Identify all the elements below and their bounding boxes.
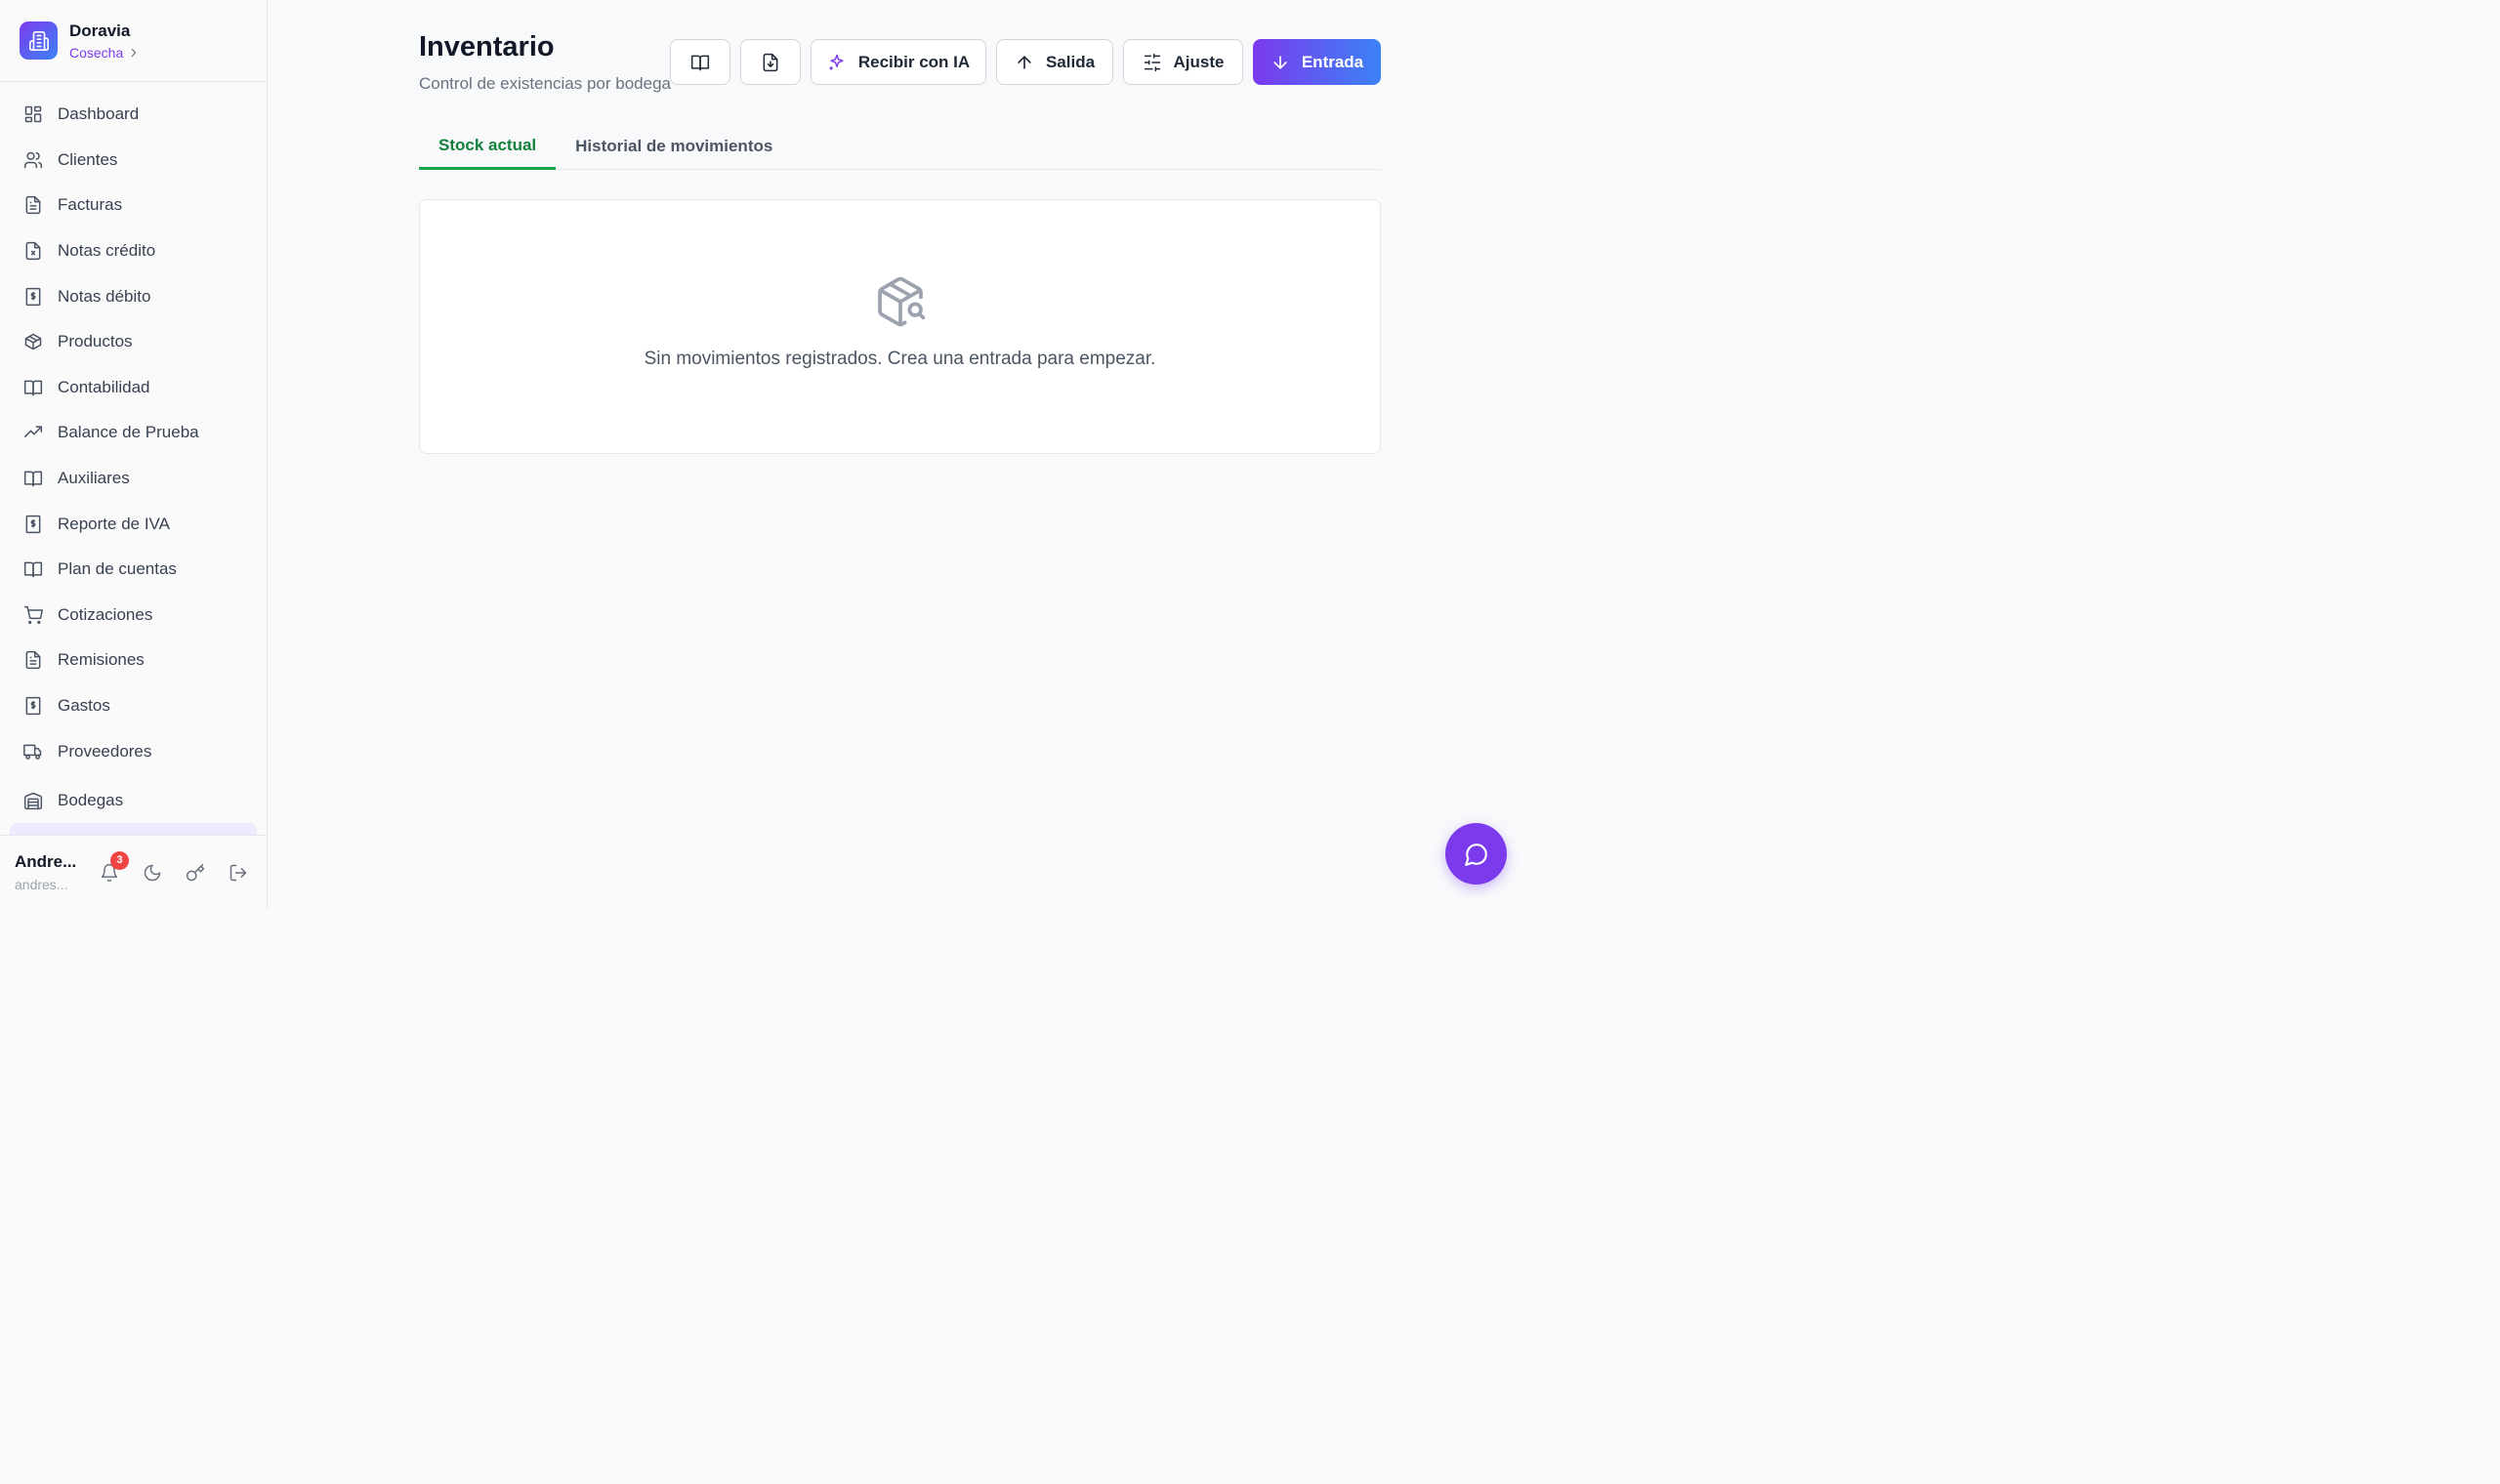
sidebar-item-bodegas[interactable]: Bodegas	[0, 778, 267, 824]
sidebar-item-remisiones[interactable]: Remisiones	[0, 638, 267, 683]
dashboard-icon	[24, 106, 42, 123]
empty-state-card: Sin movimientos registrados. Crea una en…	[419, 199, 1381, 454]
notification-badge: 3	[110, 850, 129, 870]
sparkles-icon	[829, 54, 844, 69]
ajuste-button[interactable]: Ajuste	[1123, 39, 1243, 85]
sidebar-item-facturas[interactable]: Facturas	[0, 183, 267, 228]
sidebar-item-label: Cotizaciones	[58, 604, 153, 624]
book-icon	[23, 561, 43, 578]
sidebar-item-notas-credito[interactable]: Notas crédito	[0, 228, 267, 274]
sidebar-item-clientes[interactable]: Clientes	[0, 138, 267, 184]
package-icon	[24, 334, 42, 350]
trending-up-icon	[23, 426, 43, 438]
brand-header[interactable]: Doravia Cosecha	[0, 0, 267, 82]
sidebar-item-plan-de-cuentas[interactable]: Plan de cuentas	[0, 547, 267, 593]
tab-stock-actual[interactable]: Stock actual	[419, 123, 557, 170]
sidebar-item-label: Bodegas	[58, 791, 124, 810]
theme-toggle-button[interactable]	[142, 862, 163, 884]
org-name: Cosecha	[69, 44, 124, 61]
ajuste-label: Ajuste	[1173, 52, 1225, 71]
sidebar-item-reporte-de-iva[interactable]: Reporte de IVA	[0, 501, 267, 547]
users-icon	[23, 151, 43, 169]
change-password-button[interactable]	[185, 862, 206, 884]
sidebar-item-dashboard[interactable]: Dashboard	[0, 92, 267, 138]
sidebar-item-label: Productos	[58, 332, 133, 351]
sidebar-item-label: Auxiliares	[58, 469, 130, 488]
file-text-icon	[25, 651, 41, 670]
chevron-right-icon	[131, 48, 137, 57]
sidebar-item-label: Remisiones	[58, 650, 145, 670]
file-text-icon	[25, 196, 41, 215]
user-email: andres...	[15, 877, 68, 892]
salida-label: Salida	[1045, 52, 1096, 71]
page-header: Inventario Control de existencias por bo…	[419, 0, 1381, 107]
cart-icon	[23, 605, 43, 624]
receive-with-ai-label: Recibir con IA	[857, 52, 971, 71]
sliders-icon	[1144, 53, 1160, 71]
guide-button[interactable]	[670, 39, 730, 85]
sidebar-item-label: Notas crédito	[58, 241, 156, 261]
logout-icon	[229, 864, 247, 881]
sidebar-item-label: Proveedores	[58, 741, 152, 761]
sidebar-item-cotizaciones[interactable]: Cotizaciones	[0, 593, 267, 639]
user-bar: Andre... andres... 3	[0, 835, 267, 909]
file-x-icon	[25, 241, 41, 261]
user-info[interactable]: Andre... andres...	[15, 852, 91, 892]
tabs: Stock actual Historial de movimientos	[419, 123, 1381, 170]
logout-button[interactable]	[228, 862, 249, 884]
sidebar-item-label: Balance de Prueba	[58, 423, 199, 442]
moon-icon	[144, 864, 161, 881]
empty-state-message: Sin movimientos registrados. Crea una en…	[644, 348, 1156, 369]
page-title: Inventario	[419, 31, 555, 62]
sidebar-item-label: Contabilidad	[58, 377, 150, 396]
page-subtitle: Control de existencias por bodega	[419, 74, 671, 93]
notifications-button[interactable]: 3	[99, 850, 129, 884]
receive-with-ai-button[interactable]: Recibir con IA	[811, 39, 986, 85]
sidebar-item-label: Gastos	[58, 696, 110, 716]
building-icon	[20, 21, 58, 60]
sidebar: Doravia Cosecha Dashboard Clientes Factu…	[0, 0, 268, 909]
toolbar: Recibir con IA Salida Ajuste Entrada	[670, 39, 1381, 85]
sidebar-item-productos[interactable]: Productos	[0, 319, 267, 365]
sidebar-item-proveedores[interactable]: Proveedores	[0, 728, 267, 774]
book-icon	[23, 380, 43, 396]
file-download-icon	[763, 53, 778, 71]
receipt-icon	[25, 515, 41, 533]
message-circle-icon	[1464, 843, 1487, 866]
book-open-icon	[690, 55, 710, 70]
arrow-down-icon	[1273, 55, 1287, 69]
user-name: Andre...	[15, 852, 77, 871]
sidebar-item-label: Dashboard	[58, 104, 140, 124]
package-search-icon	[877, 276, 925, 326]
tab-historial-de-movimientos[interactable]: Historial de movimientos	[556, 123, 792, 170]
sidebar-item-label: Clientes	[58, 149, 118, 169]
sidebar-item-label: Facturas	[58, 195, 123, 215]
sidebar-item-auxiliares[interactable]: Auxiliares	[0, 456, 267, 502]
receipt-icon	[25, 696, 41, 716]
sidebar-nav: Dashboard Clientes Facturas Notas crédit…	[0, 82, 267, 824]
sidebar-item-label: Notas débito	[58, 286, 151, 306]
book-icon	[23, 471, 43, 487]
sidebar-item-notas-debito[interactable]: Notas débito	[0, 273, 267, 319]
sidebar-item-balance-de-prueba[interactable]: Balance de Prueba	[0, 410, 267, 456]
brand-name: Doravia	[69, 21, 131, 40]
sidebar-item-label: Reporte de IVA	[58, 514, 170, 533]
chat-button[interactable]	[1445, 823, 1507, 885]
entrada-label: Entrada	[1301, 52, 1364, 71]
key-icon	[186, 863, 205, 881]
export-button[interactable]	[740, 39, 801, 85]
main-content: Inventario Control de existencias por bo…	[419, 0, 1381, 454]
sidebar-item-label: Plan de cuentas	[58, 559, 177, 579]
sidebar-item-gastos[interactable]: Gastos	[0, 683, 267, 729]
org-selector[interactable]: Cosecha	[69, 45, 141, 61]
truck-icon	[23, 744, 42, 760]
sidebar-item-contabilidad[interactable]: Contabilidad	[0, 365, 267, 411]
entrada-button[interactable]: Entrada	[1253, 39, 1381, 85]
arrow-up-icon	[1018, 55, 1031, 69]
receipt-icon	[25, 287, 41, 306]
salida-button[interactable]: Salida	[996, 39, 1113, 85]
warehouse-icon	[23, 793, 43, 810]
